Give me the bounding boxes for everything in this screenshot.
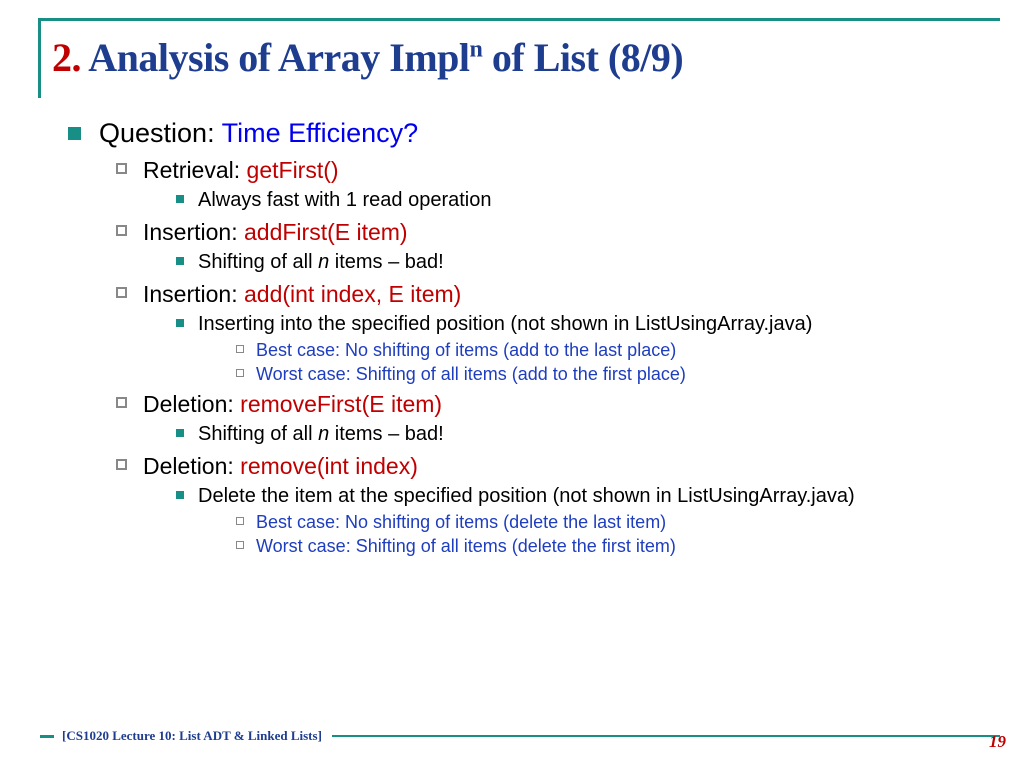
title-number: 2.	[52, 35, 81, 80]
hollow-small-square-icon	[236, 517, 244, 525]
hollow-square-icon	[116, 287, 127, 298]
detail-line: Inserting into the specified position (n…	[176, 312, 994, 337]
page-number: 19	[989, 732, 1006, 752]
detail-italic: n	[318, 251, 335, 273]
detail-line: Delete the item at the specified positio…	[176, 484, 994, 509]
op-label: Insertion:	[143, 219, 244, 245]
op-remove-first: Deletion: removeFirst(E item)	[116, 391, 994, 418]
hollow-small-square-icon	[236, 345, 244, 353]
op-text: Deletion: remove(int index)	[143, 453, 418, 480]
small-square-icon	[176, 257, 184, 265]
slide-title: 2. Analysis of Array Impln of List (8/9)	[52, 34, 683, 81]
hollow-small-square-icon	[236, 369, 244, 377]
footer-bar: [CS1020 Lecture 10: List ADT & Linked Li…	[40, 728, 1000, 744]
hollow-square-icon	[116, 459, 127, 470]
detail-text: Inserting into the specified position (n…	[198, 312, 812, 337]
title-superscript: n	[470, 37, 483, 63]
op-text: Insertion: add(int index, E item)	[143, 281, 461, 308]
case-text: Worst case: Shifting of all items (add t…	[256, 364, 686, 385]
case-text: Worst case: Shifting of all items (delet…	[256, 536, 676, 557]
detail-text: Shifting of all n items – bad!	[198, 250, 444, 275]
detail-text: Always fast with 1 read operation	[198, 188, 492, 213]
detail-line: Shifting of all n items – bad!	[176, 422, 994, 447]
frame-left-border	[38, 18, 41, 98]
detail-post: items – bad!	[335, 423, 444, 445]
case-text: Best case: No shifting of items (add to …	[256, 340, 676, 361]
small-square-icon	[176, 491, 184, 499]
footer-dash-icon	[40, 735, 54, 738]
detail-text: Delete the item at the specified positio…	[198, 484, 855, 509]
op-remove-index: Deletion: remove(int index)	[116, 453, 994, 480]
hollow-square-icon	[116, 163, 127, 174]
hollow-square-icon	[116, 225, 127, 236]
question-prefix: Question:	[99, 118, 222, 148]
question-text: Question: Time Efficiency?	[99, 118, 418, 149]
hollow-square-icon	[116, 397, 127, 408]
case-line: Worst case: Shifting of all items (delet…	[236, 536, 994, 557]
footer-text: [CS1020 Lecture 10: List ADT & Linked Li…	[62, 728, 322, 744]
detail-pre: Shifting of all	[198, 423, 318, 445]
op-retrieval: Retrieval: getFirst()	[116, 157, 994, 184]
op-method: addFirst(E item)	[244, 219, 408, 245]
op-text: Deletion: removeFirst(E item)	[143, 391, 442, 418]
question-line: Question: Time Efficiency?	[68, 118, 994, 149]
small-square-icon	[176, 319, 184, 327]
op-insert-index: Insertion: add(int index, E item)	[116, 281, 994, 308]
title-text-a: Analysis of Array Impl	[81, 35, 470, 80]
case-line: Best case: No shifting of items (add to …	[236, 340, 994, 361]
op-method: getFirst()	[247, 157, 339, 183]
case-text: Best case: No shifting of items (delete …	[256, 512, 666, 533]
detail-pre: Shifting of all	[198, 251, 318, 273]
detail-line: Always fast with 1 read operation	[176, 188, 994, 213]
detail-line: Shifting of all n items – bad!	[176, 250, 994, 275]
small-square-icon	[176, 429, 184, 437]
slide-body: Question: Time Efficiency? Retrieval: ge…	[68, 118, 994, 558]
detail-text: Shifting of all n items – bad!	[198, 422, 444, 447]
small-square-icon	[176, 195, 184, 203]
detail-italic: n	[318, 423, 335, 445]
title-text-b: of List (8/9)	[482, 35, 683, 80]
op-label: Deletion:	[143, 391, 240, 417]
detail-post: items – bad!	[335, 251, 444, 273]
op-method: add(int index, E item)	[244, 281, 461, 307]
op-text: Insertion: addFirst(E item)	[143, 219, 408, 246]
op-label: Deletion:	[143, 453, 240, 479]
op-insert-first: Insertion: addFirst(E item)	[116, 219, 994, 246]
question-blue: Time Efficiency?	[222, 118, 419, 148]
square-bullet-icon	[68, 127, 81, 140]
case-line: Worst case: Shifting of all items (add t…	[236, 364, 994, 385]
case-line: Best case: No shifting of items (delete …	[236, 512, 994, 533]
op-method: removeFirst(E item)	[240, 391, 442, 417]
op-text: Retrieval: getFirst()	[143, 157, 339, 184]
footer-line	[332, 735, 1000, 737]
op-label: Insertion:	[143, 281, 244, 307]
frame-top-border	[38, 18, 1000, 21]
op-method: remove(int index)	[240, 453, 418, 479]
op-label: Retrieval:	[143, 157, 247, 183]
hollow-small-square-icon	[236, 541, 244, 549]
